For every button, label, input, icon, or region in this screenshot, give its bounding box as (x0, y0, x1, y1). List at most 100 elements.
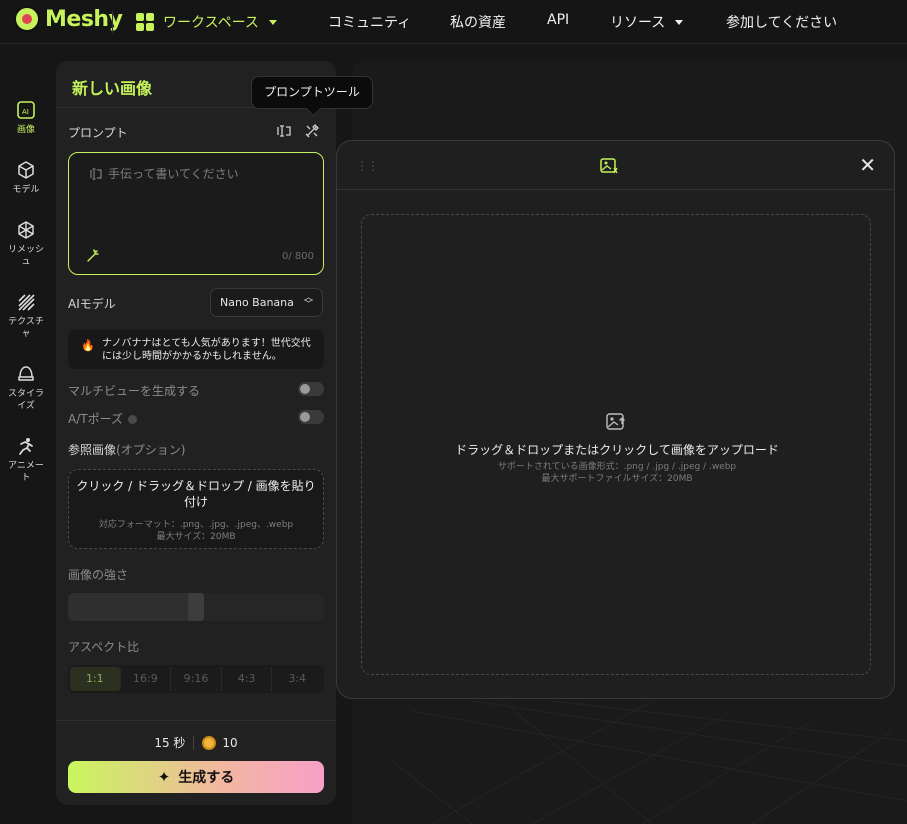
aspect-option-3-4[interactable]: 3:4 (272, 667, 322, 691)
ai-model-label: AIモデル (68, 297, 116, 311)
multiview-toggle[interactable] (298, 382, 324, 396)
nav-community-label: コミュニティ (328, 15, 412, 31)
meshy-logo[interactable]: Meshy (14, 6, 123, 32)
reference-image-label: 参照画像(オプション) (68, 441, 185, 458)
tpose-label: A/Tポーズ (68, 410, 137, 427)
image-strength-slider[interactable] (68, 593, 324, 621)
tpose-label-text: A/Tポーズ (68, 412, 123, 426)
nav-assets[interactable]: 私の資産 (450, 12, 506, 32)
image-upload-icon (606, 413, 625, 430)
magic-wand-icon[interactable] (86, 249, 100, 263)
image-upload-icon (600, 158, 618, 174)
text-cursor-icon[interactable] (276, 123, 292, 139)
divider (193, 735, 195, 750)
tpose-toggle[interactable] (298, 410, 324, 424)
svg-text:AI: AI (22, 108, 29, 116)
chevron-down-icon (268, 19, 277, 25)
rail-item-remesh[interactable]: リメッシュ (0, 220, 52, 268)
reference-image-dropzone[interactable]: クリック / ドラッグ＆ドロップ / 画像を貼り付け 対応フォーマット：.png… (68, 469, 324, 549)
nav-community[interactable]: コミュニティ (328, 12, 411, 32)
rail-label: モデル (12, 185, 40, 195)
rail-label: リメッシュ (7, 245, 44, 267)
drag-handle-icon[interactable]: ⋮⋮ (356, 159, 379, 173)
nav-workspace-label: ワークスペース (163, 15, 259, 31)
nav-resources[interactable]: リソース (610, 12, 684, 32)
divider (56, 720, 336, 721)
ref-formats-text: 対応フォーマット：.png、.jpg、.jpeg、.webp (98, 520, 294, 530)
texture-icon (18, 294, 35, 311)
generation-cost: 15 秒 10 (56, 734, 336, 751)
modal-header: ⋮⋮ ✕ (337, 141, 894, 190)
aspect-ratio-selector: 1:1 16:9 9:16 4:3 3:4 (68, 665, 324, 693)
animate-icon (19, 438, 33, 455)
aspect-option-9-16[interactable]: 9:16 (171, 667, 222, 691)
brand-name: Meshy (45, 6, 123, 32)
rail-item-texture[interactable]: テクスチャ (0, 292, 52, 340)
nav-divider (112, 11, 113, 33)
aspect-option-1-1[interactable]: 1:1 (70, 667, 121, 691)
chevron-down-icon (675, 19, 684, 25)
prompt-input[interactable]: 手伝って書いてください 0/ 800 (68, 152, 324, 275)
left-rail: AI 画像 モデル リメッシュ テクスチャ スタイライズ アニメート (0, 44, 52, 824)
ref-optional-text: (オプション) (116, 443, 186, 457)
prompt-placeholder-text: 手伝って書いてください (108, 167, 239, 181)
popularity-notice: 🔥 ナノバナナはとても人気があります！世代交代には少し時間がかかるかもしれません… (68, 330, 324, 369)
upload-dropzone[interactable]: ドラッグ＆ドロップまたはクリックして画像をアップロード サポートされている画像形… (361, 214, 871, 675)
nav-join-label: 参加してください (726, 15, 838, 31)
generate-label: 生成する (178, 770, 235, 786)
chevron-updown-icon: ︿ ﹀ (303, 293, 313, 310)
prompt-tools (276, 123, 320, 139)
nav-resources-label: リソース (610, 15, 666, 31)
prompt-tool-icon[interactable] (304, 123, 320, 139)
notice-text: ナノバナナはとても人気があります！世代交代には少し時間がかかるかもしれません。 (102, 338, 311, 362)
aspect-option-4-3[interactable]: 4:3 (222, 667, 273, 691)
nav-api[interactable]: API (547, 12, 569, 28)
stylize-icon (18, 366, 34, 381)
rail-label: 画像 (16, 125, 35, 135)
image-upload-modal: ⋮⋮ ✕ ドラッグ＆ドロップまたはクリックして画像をアップロード サポートされて… (336, 140, 895, 699)
rail-label: テクスチャ (8, 317, 44, 339)
nav-assets-label: 私の資産 (450, 15, 506, 31)
prompt-tool-tooltip: プロンプトツール (251, 76, 373, 109)
image-ai-icon: AI (17, 101, 35, 119)
aspect-ratio-label: アスペクト比 (68, 640, 140, 654)
nav-workspace[interactable]: ワークスペース (136, 12, 277, 32)
image-strength-label: 画像の強さ (68, 568, 129, 582)
panel-title: 新しい画像 (72, 79, 153, 98)
ref-label-text: 参照画像 (68, 443, 117, 457)
remesh-icon (18, 221, 34, 239)
model-select[interactable]: Nano Banana ︿ ﹀ (210, 288, 323, 317)
rail-item-animate[interactable]: アニメート (0, 436, 52, 484)
nav-join[interactable]: 参加してください (726, 12, 837, 32)
upload-maxsize: 最大サポートファイルサイズ：20MB (541, 474, 693, 484)
aspect-option-16-9[interactable]: 16:9 (121, 667, 172, 691)
ref-maxsize-text: 最大サイズ：20MB (156, 532, 236, 542)
sparkle-icon: ✦ (157, 768, 171, 786)
ref-drop-title: クリック / ドラッグ＆ドロップ / 画像を貼り付け (76, 479, 316, 509)
upload-title: ドラッグ＆ドロップまたはクリックして画像をアップロード (455, 443, 779, 457)
new-image-panel: 新しい画像 プロンプト 手伝って書いてください 0/ 800 AIモデル Nan… (56, 61, 336, 805)
credit-cost: 10 (222, 735, 238, 750)
close-icon[interactable]: ✕ (859, 155, 876, 175)
fire-icon: 🔥 (81, 339, 95, 352)
top-nav: Meshy ワークスペース コミュニティ 私の資産 API リソース 参加してく… (0, 0, 907, 44)
slider-thumb[interactable] (188, 593, 204, 621)
nav-api-label: API (547, 12, 570, 28)
rail-label: アニメート (8, 461, 44, 483)
text-cursor-icon (90, 167, 102, 180)
rail-label: スタイライズ (7, 389, 44, 411)
model-select-value: Nano Banana (220, 296, 294, 309)
prompt-char-count: 0/ 800 (282, 251, 314, 262)
rail-item-model[interactable]: モデル (0, 160, 52, 196)
multiview-label: マルチビューを生成する (68, 384, 201, 398)
prompt-label: プロンプト (68, 126, 128, 140)
cube-icon (18, 161, 34, 179)
rail-item-image[interactable]: AI 画像 (0, 100, 52, 136)
rail-item-stylize[interactable]: スタイライズ (0, 364, 52, 412)
slider-fill (68, 593, 196, 621)
generate-button[interactable]: ✦ 生成する (68, 761, 324, 793)
generation-time: 15 秒 (154, 736, 186, 750)
meshy-logo-icon (14, 6, 40, 32)
credit-coin-icon (202, 735, 217, 750)
info-icon[interactable] (127, 415, 137, 424)
